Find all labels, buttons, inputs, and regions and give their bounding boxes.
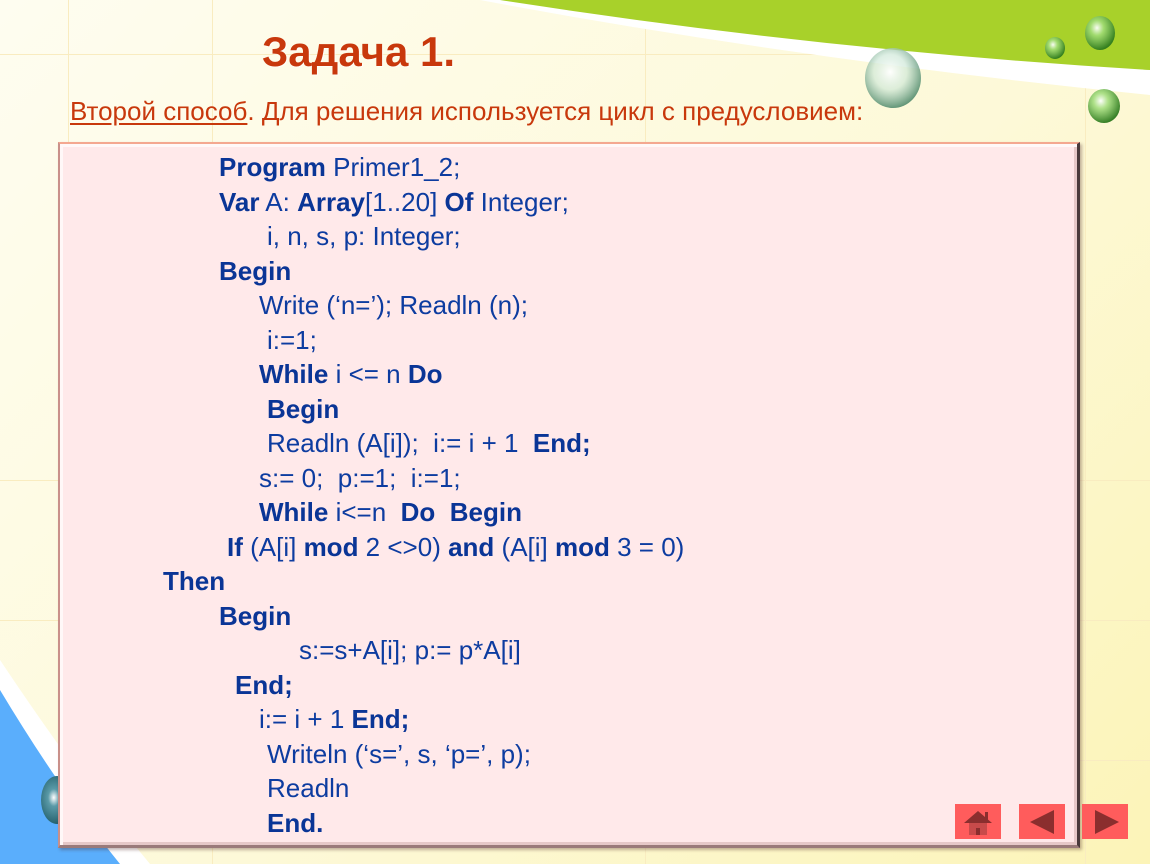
code-text: Readln <box>267 773 350 803</box>
code-keyword: End; <box>532 428 591 458</box>
code-keyword: Do Begin <box>400 497 522 527</box>
code-text: i:=1; <box>267 324 317 355</box>
code-text: Writeln (‘s=’, s, ‘p=’, p); <box>267 738 531 769</box>
code-keyword: Begin <box>219 600 292 631</box>
code-keyword: End; <box>351 704 410 734</box>
green-band <box>500 0 1150 70</box>
white-stripe-top <box>480 0 1150 95</box>
code-keyword: mod <box>303 531 359 562</box>
water-drop <box>1088 89 1120 123</box>
next-button[interactable] <box>1082 804 1128 839</box>
home-icon <box>964 810 992 835</box>
code-text: i<=n <box>328 497 401 527</box>
previous-button[interactable] <box>1019 804 1065 839</box>
code-line: Begin <box>219 256 291 286</box>
water-drop <box>1085 16 1115 50</box>
code-keyword: Begin <box>267 393 340 424</box>
code-keyword: Program <box>219 152 326 182</box>
code-text: Write (‘n=’); Readln (n); <box>259 290 528 320</box>
code-line: Begin <box>267 394 339 424</box>
code-keyword: End. <box>267 807 324 838</box>
code-keyword: Of <box>444 186 474 217</box>
code-text: s:=s+A[i]; p:= p*A[i] <box>299 635 521 665</box>
code-line: End; <box>235 670 293 700</box>
code-text: 3 = 0) <box>609 531 685 562</box>
code-line: Then <box>163 566 225 596</box>
code-text: (A[i] <box>242 531 304 562</box>
code-line: s:= 0; p:=1; i:=1; <box>259 463 461 493</box>
code-text: i, n, s, p: Integer; <box>267 221 461 251</box>
code-text: [1..20] <box>365 186 445 217</box>
code-line: Begin <box>219 601 291 631</box>
slide-title: Задача 1. <box>262 28 456 75</box>
code-line: Write (‘n=’); Readln (n); <box>259 290 528 320</box>
code-text: i <= n <box>328 359 408 389</box>
code-keyword: Begin <box>219 255 292 286</box>
code-line: s:=s+A[i]; p:= p*A[i] <box>299 635 521 665</box>
code-keyword: End; <box>235 669 293 700</box>
code-text: (A[i] <box>494 531 555 562</box>
code-keyword: While <box>259 359 329 389</box>
code-line: End. <box>267 808 323 838</box>
water-drop <box>865 48 921 108</box>
code-line: If (A[i] mod 2 <>0) and (A[i] mod 3 = 0) <box>227 532 684 562</box>
code-keyword: Do <box>407 359 443 389</box>
code-listing-box: Program Primer1_2; Var A: Array[1..20] Of… <box>58 142 1080 848</box>
code-line: Readln <box>267 773 349 803</box>
code-keyword: If <box>227 531 243 562</box>
code-keyword: and <box>448 531 495 562</box>
code-line: Program Primer1_2; <box>219 152 460 182</box>
code-line: While i<=n Do Begin <box>259 497 522 527</box>
slide-subtitle: Второй способ. Для решения используется … <box>70 96 863 127</box>
subtitle-text: . Для решения используется цикл с предус… <box>247 96 864 126</box>
code-line: Var A: Array[1..20] Of Integer; <box>219 187 569 217</box>
code-text: Integer; <box>473 186 569 217</box>
code-keyword: mod <box>554 531 610 562</box>
triangle-right-icon <box>1095 809 1119 834</box>
code-keyword: While <box>259 497 329 527</box>
method-link[interactable]: Второй способ <box>70 96 247 126</box>
code-text: 2 <>0) <box>358 531 449 562</box>
code-text: Primer1_2; <box>325 152 461 182</box>
code-keyword: Var <box>219 186 260 217</box>
code-keyword: Array <box>297 186 366 217</box>
code-line: i:=1; <box>267 325 317 355</box>
water-drop <box>1045 37 1065 59</box>
code-line: i:= i + 1 End; <box>259 704 409 734</box>
code-line: While i <= n Do <box>259 359 443 389</box>
triangle-left-icon <box>1030 809 1054 834</box>
code-text: s:= 0; p:=1; i:=1; <box>259 462 461 493</box>
code-text: A: <box>259 186 298 217</box>
code-text: Readln (A[i]); i:= i + 1 <box>267 428 533 458</box>
code-line: Writeln (‘s=’, s, ‘p=’, p); <box>267 739 531 769</box>
code-keyword: Then <box>163 566 226 596</box>
code-line: i, n, s, p: Integer; <box>267 221 461 251</box>
code-line: Readln (A[i]); i:= i + 1 End; <box>267 428 591 458</box>
home-button[interactable] <box>955 804 1001 839</box>
code-text: i:= i + 1 <box>259 704 352 734</box>
